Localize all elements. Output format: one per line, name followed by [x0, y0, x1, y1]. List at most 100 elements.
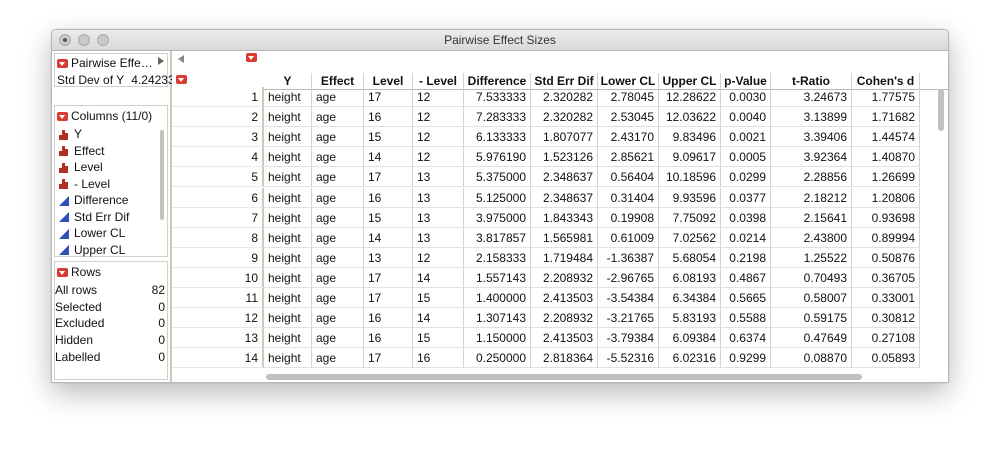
table-cell[interactable]: 0.0040	[721, 107, 771, 128]
table-cell[interactable]: 16	[364, 328, 413, 349]
table-cell[interactable]: 1.557143	[464, 267, 531, 288]
table-cell[interactable]: height	[264, 348, 312, 369]
table-cell[interactable]: age	[312, 247, 364, 268]
table-cell[interactable]: 6.133333	[464, 127, 531, 148]
table-cell[interactable]: 5.125000	[464, 187, 531, 208]
column-item[interactable]: Y	[59, 126, 82, 142]
table-cell[interactable]: 1.40870	[852, 147, 920, 168]
columns-red-triangle-icon[interactable]	[246, 53, 257, 62]
rows-header[interactable]: Rows	[57, 264, 101, 280]
table-cell[interactable]: 16	[413, 348, 464, 369]
table-cell[interactable]: 14	[413, 267, 464, 288]
table-cell[interactable]: 13	[413, 167, 464, 188]
table-cell[interactable]: 12	[413, 247, 464, 268]
table-cell[interactable]: 10.18596	[659, 167, 721, 188]
column-item[interactable]: Difference	[59, 192, 128, 208]
left-arrow-icon[interactable]	[178, 55, 184, 63]
table-cell[interactable]: 0.0377	[721, 187, 771, 208]
table-cell[interactable]: age	[312, 107, 364, 128]
column-item[interactable]: Upper CL	[59, 242, 125, 258]
table-cell[interactable]: height	[264, 187, 312, 208]
table-cell[interactable]: 2.53045	[598, 107, 659, 128]
table-cell[interactable]: 9.93596	[659, 187, 721, 208]
table-cell[interactable]: 2.78045	[598, 87, 659, 107]
table-cell[interactable]: 2.85621	[598, 147, 659, 168]
table-cell[interactable]: 0.61009	[598, 227, 659, 248]
table-cell[interactable]: 12	[413, 107, 464, 128]
table-cell[interactable]: 9.83496	[659, 127, 721, 148]
table-cell[interactable]: height	[264, 107, 312, 128]
table-cell[interactable]: 17	[364, 87, 413, 107]
table-name-row[interactable]: Pairwise Effe…	[57, 55, 153, 71]
expand-arrow-icon[interactable]	[158, 57, 164, 65]
column-item[interactable]: Effect	[59, 143, 104, 159]
table-cell[interactable]: 5.976190	[464, 147, 531, 168]
table-cell[interactable]: 17	[364, 348, 413, 369]
table-cell[interactable]: 2.28856	[771, 167, 852, 188]
table-cell[interactable]: 2.818364	[531, 348, 598, 369]
table-cell[interactable]: 1.523126	[531, 147, 598, 168]
table-cell[interactable]: 1.150000	[464, 328, 531, 349]
table-cell[interactable]: 17	[364, 267, 413, 288]
table-cell[interactable]: 15	[413, 328, 464, 349]
table-cell[interactable]: 0.08870	[771, 348, 852, 369]
table-cell[interactable]: 0.19908	[598, 207, 659, 228]
table-cell[interactable]: 0.89994	[852, 227, 920, 248]
table-cell[interactable]: 1.20806	[852, 187, 920, 208]
table-cell[interactable]: age	[312, 147, 364, 168]
table-cell[interactable]: 2.348637	[531, 167, 598, 188]
table-cell[interactable]: height	[264, 147, 312, 168]
table-cell[interactable]: 0.0021	[721, 127, 771, 148]
table-cell[interactable]: 2.413503	[531, 328, 598, 349]
table-cell[interactable]: 2.43170	[598, 127, 659, 148]
table-cell[interactable]: 2.208932	[531, 308, 598, 329]
row-number[interactable]: 14	[172, 348, 264, 369]
columns-scrollbar[interactable]	[160, 130, 164, 220]
table-cell[interactable]: height	[264, 127, 312, 148]
row-number[interactable]: 13	[172, 328, 264, 349]
table-cell[interactable]: 0.30812	[852, 308, 920, 329]
table-cell[interactable]: 12	[413, 147, 464, 168]
table-cell[interactable]: 0.47649	[771, 328, 852, 349]
table-cell[interactable]: 5.68054	[659, 247, 721, 268]
table-cell[interactable]: age	[312, 328, 364, 349]
table-cell[interactable]: 2.208932	[531, 267, 598, 288]
table-cell[interactable]: 15	[364, 207, 413, 228]
table-cell[interactable]: height	[264, 167, 312, 188]
table-cell[interactable]: 1.71682	[852, 107, 920, 128]
table-cell[interactable]: 0.93698	[852, 207, 920, 228]
columns-header[interactable]: Columns (11/0)	[57, 108, 152, 124]
table-cell[interactable]: 3.92364	[771, 147, 852, 168]
row-number[interactable]: 7	[172, 207, 264, 228]
table-cell[interactable]: 1.565981	[531, 227, 598, 248]
table-cell[interactable]: 3.13899	[771, 107, 852, 128]
table-cell[interactable]: 6.02316	[659, 348, 721, 369]
table-cell[interactable]: 16	[364, 107, 413, 128]
row-number[interactable]: 12	[172, 308, 264, 329]
table-cell[interactable]: 0.59175	[771, 308, 852, 329]
table-cell[interactable]: 3.975000	[464, 207, 531, 228]
table-cell[interactable]: 0.0214	[721, 227, 771, 248]
horizontal-scrollbar[interactable]	[264, 371, 948, 382]
table-cell[interactable]: 17	[364, 167, 413, 188]
table-cell[interactable]: 0.58007	[771, 288, 852, 308]
table-cell[interactable]: -1.36387	[598, 247, 659, 268]
table-cell[interactable]: 5.83193	[659, 308, 721, 329]
table-cell[interactable]: 0.27108	[852, 328, 920, 349]
table-cell[interactable]: 5.375000	[464, 167, 531, 188]
table-cell[interactable]: age	[312, 348, 364, 369]
table-cell[interactable]: age	[312, 127, 364, 148]
table-cell[interactable]: 3.817857	[464, 227, 531, 248]
table-cell[interactable]: 1.26699	[852, 167, 920, 188]
table-cell[interactable]: 7.75092	[659, 207, 721, 228]
table-cell[interactable]: 0.2198	[721, 247, 771, 268]
vertical-scroll-thumb[interactable]	[938, 89, 944, 131]
table-cell[interactable]: -2.96765	[598, 267, 659, 288]
row-number[interactable]: 6	[172, 187, 264, 208]
table-cell[interactable]: 7.533333	[464, 87, 531, 107]
table-cell[interactable]: 16	[364, 308, 413, 329]
table-cell[interactable]: 1.44574	[852, 127, 920, 148]
table-cell[interactable]: 14	[364, 147, 413, 168]
table-cell[interactable]: 1.843343	[531, 207, 598, 228]
table-cell[interactable]: height	[264, 87, 312, 107]
